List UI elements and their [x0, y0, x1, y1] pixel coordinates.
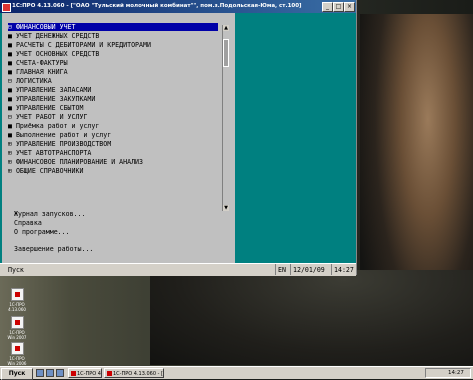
menu-launch-log[interactable]: Журнал запусков...: [14, 210, 85, 218]
maximize-button[interactable]: □: [333, 2, 344, 12]
quicklaunch-explorer-icon[interactable]: [46, 369, 54, 377]
desktop-icon-label: 1С-ПРО Win 2007: [7, 330, 27, 340]
quicklaunch-desktop-icon[interactable]: [36, 369, 44, 377]
tree-item-sales[interactable]: ■ УПРАВЛЕНИЕ СБЫТОМ: [8, 104, 218, 112]
status-date: 12/01/09: [290, 264, 325, 275]
tree-item-financial[interactable]: ⊟ ФИНАНСОВЫЙ УЧЕТ: [8, 23, 218, 31]
quicklaunch-browser-icon[interactable]: [56, 369, 64, 377]
app-shortcut-icon: [10, 316, 24, 329]
scroll-thumb[interactable]: [223, 39, 229, 67]
tray-clock[interactable]: 14:27: [448, 369, 464, 378]
status-lang: EN: [275, 264, 286, 275]
scroll-down-arrow-icon[interactable]: ▼: [223, 205, 229, 211]
app-icon: [2, 3, 11, 12]
tree-item-fixed-assets[interactable]: ■ УЧЕТ ОСНОВНЫХ СРЕДСТВ: [8, 50, 218, 58]
tree-item-debtors[interactable]: ■ РАСЧЕТЫ С ДЕБИТОРАМИ И КРЕДИТОРАМИ: [8, 41, 218, 49]
tree-item-production[interactable]: ⊞ УПРАВЛЕНИЕ ПРОИЗВОДСТВОМ: [8, 140, 218, 148]
desktop-icon-1c-pro-2007[interactable]: 1С-ПРО Win 2007: [6, 316, 28, 340]
desktop-icon-label: 1С-ПРО 4.13.060: [8, 302, 26, 312]
scroll-up-arrow-icon[interactable]: ▲: [223, 25, 229, 31]
tree-item-execution[interactable]: ■ Выполнение работ и услуг: [8, 131, 218, 139]
window-title: 1С:ПРО 4.13.060 - ["ОАО "Тульский молочн…: [12, 3, 302, 9]
tree-item-ledger[interactable]: ■ ГЛАВНАЯ КНИГА: [8, 68, 218, 76]
status-time: 14:27: [331, 264, 354, 275]
module-tree: ⊟ ФИНАНСОВЫЙ УЧЕТ ■ УЧЕТ ДЕНЕЖНЫХ СРЕДСТ…: [8, 23, 228, 211]
start-button[interactable]: Пуск: [1, 368, 33, 380]
wallpaper-shadow: [150, 270, 473, 365]
status-left: Пуск: [8, 266, 24, 274]
tree-item-planning[interactable]: ⊞ ФИНАНСОВОЕ ПЛАНИРОВАНИЕ И АНАЛИЗ: [8, 158, 218, 166]
app-client-area: ⊟ ФИНАНСОВЫЙ УЧЕТ ■ УЧЕТ ДЕНЕЖНЫХ СРЕДСТ…: [0, 13, 356, 263]
tree-item-logistics[interactable]: ⊟ ЛОГИСТИКА: [8, 77, 218, 85]
tree-item-references[interactable]: ⊞ ОБЩИЕ СПРАВОЧНИКИ: [8, 167, 218, 175]
tree-item-works-services[interactable]: ⊟ УЧЕТ РАБОТ И УСЛУГ: [8, 113, 218, 121]
tree-scrollbar[interactable]: ▲ ▼: [222, 25, 229, 211]
app-shortcut-icon: [10, 342, 24, 355]
desktop-icon-1c-pro[interactable]: 1С-ПРО 4.13.060: [6, 288, 28, 312]
taskbar: Пуск 1С-ПРО 4.13.060 1С-ПРО 4.13.060 - […: [0, 366, 473, 380]
menu-exit[interactable]: Завершение работы...: [14, 245, 93, 253]
tree-item-invoices[interactable]: ■ СЧЕТА-ФАКТУРЫ: [8, 59, 218, 67]
tree-item-inventory[interactable]: ■ УПРАВЛЕНИЕ ЗАПАСАМИ: [8, 86, 218, 94]
tree-item-transport[interactable]: ⊞ УЧЕТ АВТОТРАНСПОРТА: [8, 149, 218, 157]
taskbar-item-1c-pro-window[interactable]: 1С-ПРО 4.13.060 - ["...: [104, 368, 164, 378]
status-bar: Пуск EN 12/01/09 14:27: [0, 263, 356, 276]
menu-help[interactable]: Справка: [14, 219, 42, 227]
title-bar[interactable]: 1С:ПРО 4.13.060 - ["ОАО "Тульский молочн…: [0, 0, 356, 13]
tree-item-purchasing[interactable]: ■ УПРАВЛЕНИЕ ЗАКУПКАМИ: [8, 95, 218, 103]
menu-about[interactable]: О программе...: [14, 228, 70, 236]
tree-item-acceptance[interactable]: ■ Приёмка работ и услуг: [8, 122, 218, 130]
tree-item-cash[interactable]: ■ УЧЕТ ДЕНЕЖНЫХ СРЕДСТВ: [8, 32, 218, 40]
system-tray: 14:27: [425, 368, 471, 378]
app-window: 1С:ПРО 4.13.060 - ["ОАО "Тульский молочн…: [0, 0, 357, 276]
minimize-button[interactable]: _: [322, 2, 333, 12]
app-shortcut-icon: [10, 288, 24, 301]
main-menu-panel: ⊟ ФИНАНСОВЫЙ УЧЕТ ■ УЧЕТ ДЕНЕЖНЫХ СРЕДСТ…: [2, 13, 235, 263]
taskbar-item-1c-pro[interactable]: 1С-ПРО 4.13.060: [68, 368, 102, 378]
close-button[interactable]: ×: [344, 2, 355, 12]
desktop-icon-label: 1С-ПРО Win 2006: [7, 356, 27, 366]
desktop-icon-1c-pro-2006[interactable]: 1С-ПРО Win 2006: [6, 342, 28, 366]
